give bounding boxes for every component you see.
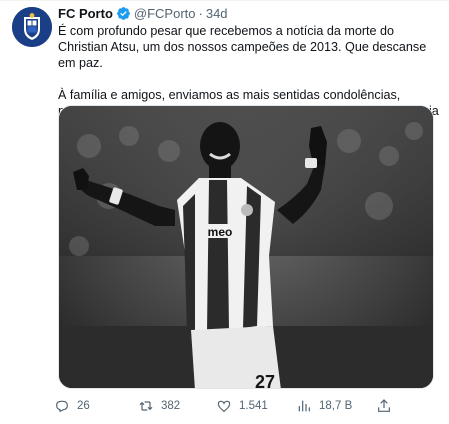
views-button[interactable]: 18,7 B (296, 395, 376, 417)
views-count: 18,7 B (319, 400, 353, 412)
player-photo: meo 27 (59, 106, 433, 389)
views-chart-icon (298, 400, 310, 412)
share-icon (378, 399, 390, 412)
retweet-count: 382 (161, 400, 181, 412)
heart-icon (217, 400, 231, 413)
shirt-sponsor: meo (208, 225, 233, 239)
retweet-button[interactable]: 382 (138, 395, 216, 417)
share-button[interactable] (376, 395, 406, 417)
tweet-header: FC Porto @FCPorto · 34d (58, 3, 441, 23)
verified-badge-icon (116, 6, 131, 21)
reply-icon (56, 400, 68, 413)
retweet-icon (139, 401, 153, 411)
fc-porto-crest-icon (12, 7, 52, 47)
reply-button[interactable]: 26 (54, 395, 138, 417)
reply-count: 26 (77, 400, 90, 412)
avatar[interactable] (12, 7, 52, 47)
header-separator: · (198, 5, 203, 21)
tweet-timestamp[interactable]: 34d (206, 6, 228, 21)
like-button[interactable]: 1.541 (216, 395, 296, 417)
tweet-paragraph-1: É com profundo pesar que recebemos a not… (58, 24, 427, 70)
shorts-number: 27 (255, 372, 275, 389)
like-count: 1.541 (239, 400, 268, 412)
author-name[interactable]: FC Porto (58, 6, 113, 21)
author-handle[interactable]: @FCPorto (134, 6, 196, 21)
tweet-actions: 26 382 1.541 18,7 B (54, 395, 424, 417)
tweet-media-photo[interactable]: meo 27 (58, 105, 434, 389)
tweet-card[interactable]: FC Porto @FCPorto · 34d É com profundo p… (0, 0, 449, 424)
